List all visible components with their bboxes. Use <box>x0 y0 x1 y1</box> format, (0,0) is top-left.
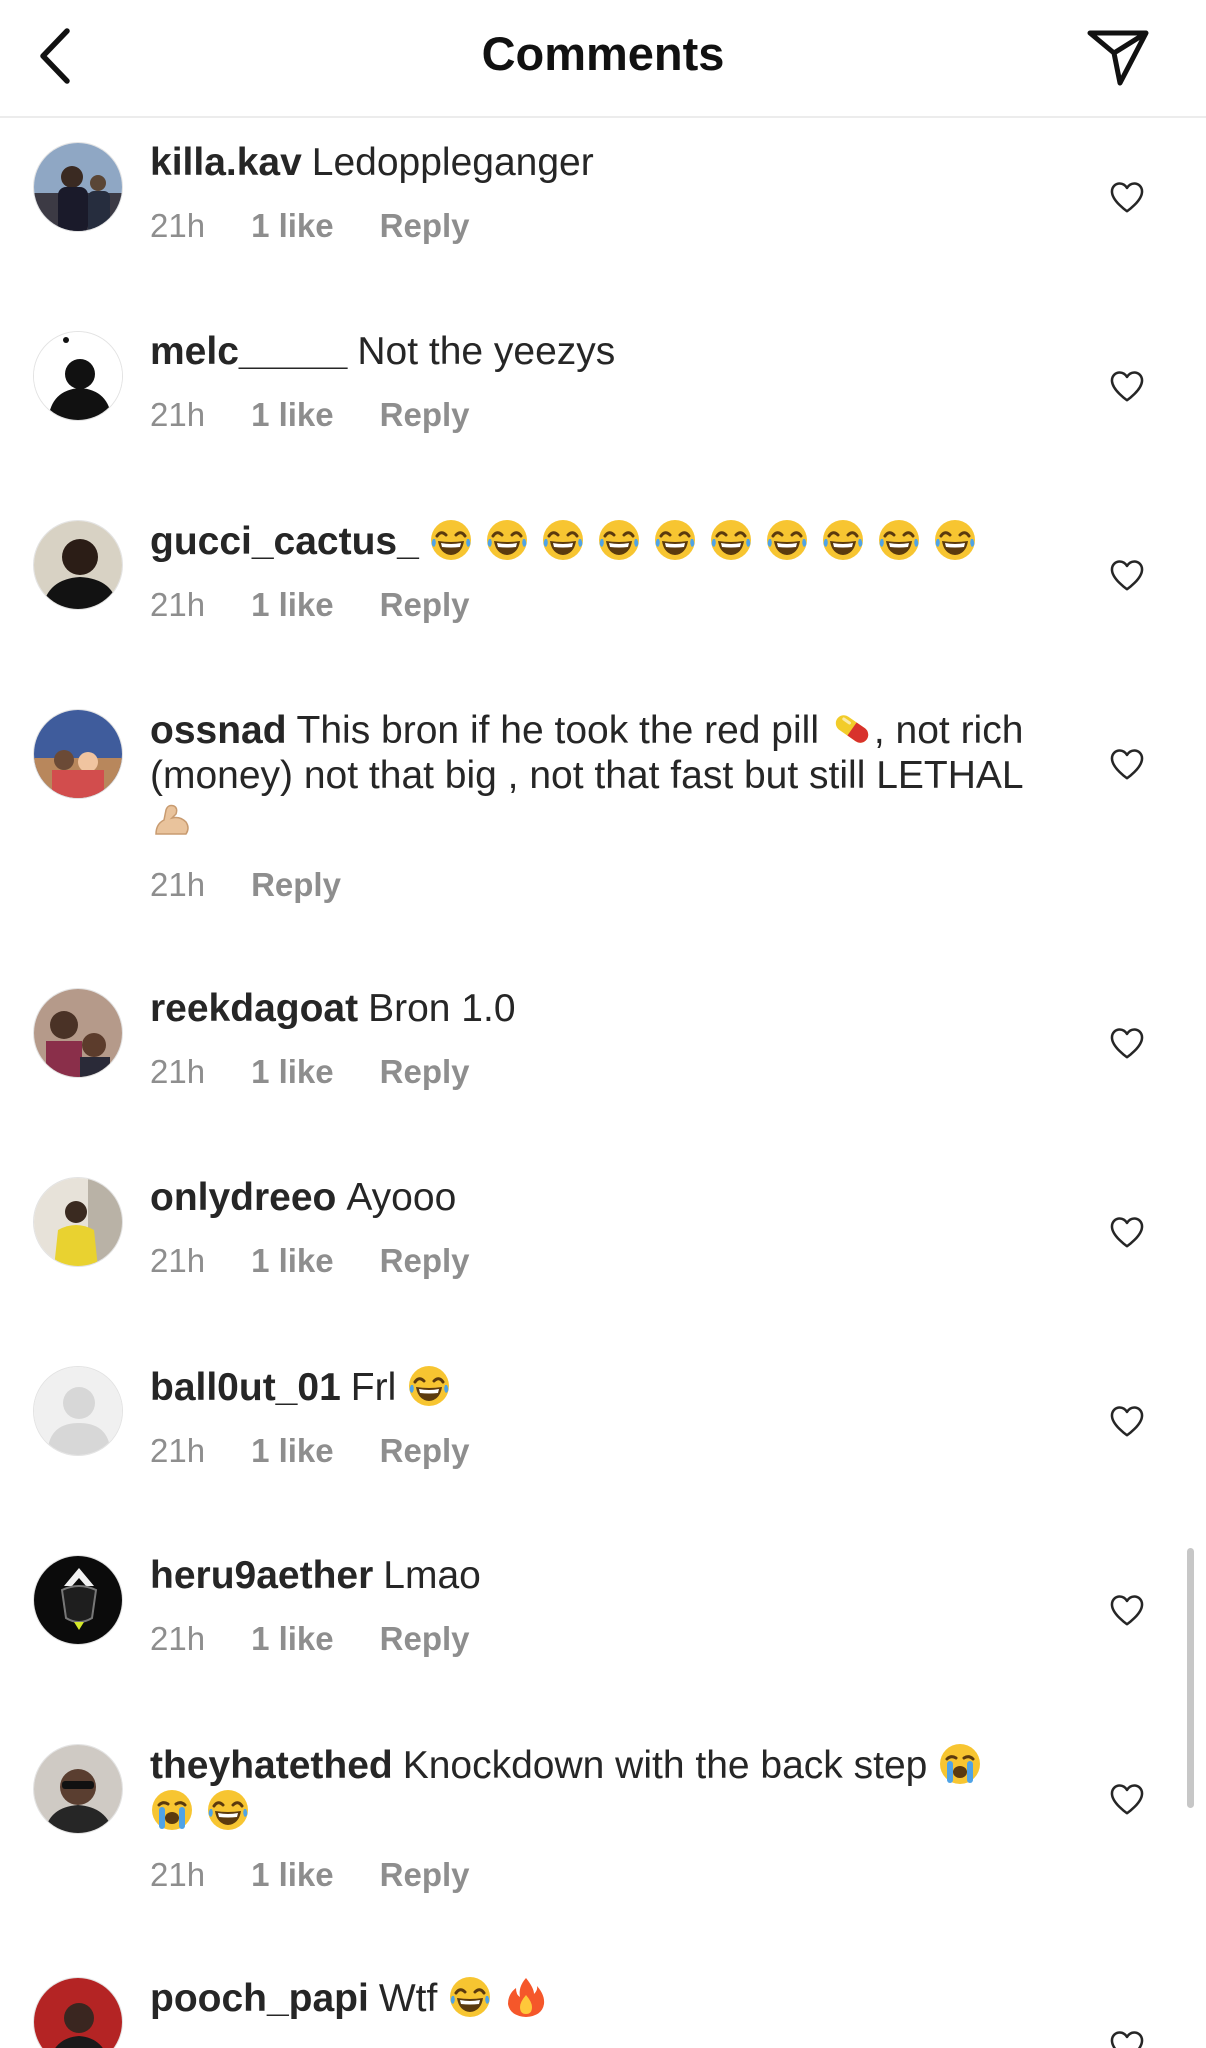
comment-row: theyhatethed Knockdown with the back step… <box>0 1722 1206 1955</box>
avatar[interactable] <box>33 520 123 610</box>
avatar[interactable] <box>33 1555 123 1645</box>
comment-time: 21h <box>150 1242 206 1279</box>
reply-button[interactable]: Reply <box>380 1432 470 1470</box>
laughing-emoji-icon <box>653 518 697 562</box>
comment-text: Ledoppleganger <box>311 141 594 184</box>
comment-row: killa.kav Ledoppleganger 21h 1 like Reply <box>0 120 1206 309</box>
comment-row: heru9aether Lmao 21h 1 like Reply <box>0 1533 1206 1722</box>
comment-username[interactable]: onlydreeo <box>150 1176 336 1219</box>
comment-time: 21h <box>150 1620 206 1657</box>
comment-username[interactable]: theyhatethed <box>150 1744 393 1787</box>
comment-text: Ayooo <box>346 1176 457 1219</box>
avatar[interactable] <box>33 1366 123 1456</box>
likes-count[interactable]: 1 like <box>251 586 334 624</box>
heart-outline-icon[interactable] <box>1108 178 1146 216</box>
avatar[interactable] <box>33 1177 123 1267</box>
comment-row: pooch_papi Wtf <box>0 1955 1206 2048</box>
reply-button[interactable]: Reply <box>380 396 470 434</box>
comment-username[interactable]: reekdagoat <box>150 987 358 1030</box>
likes-count[interactable]: 1 like <box>251 1856 334 1894</box>
likes-count[interactable]: 1 like <box>251 1620 334 1658</box>
comment-text: Frl <box>350 1366 397 1409</box>
comment-time: 21h <box>150 866 206 903</box>
likes-count[interactable]: 1 like <box>251 1053 334 1091</box>
share-button[interactable] <box>1082 22 1154 92</box>
comment-username[interactable]: heru9aether <box>150 1554 373 1597</box>
laughing-emoji-icon <box>597 518 641 562</box>
avatar[interactable] <box>33 1744 123 1834</box>
heart-outline-icon[interactable] <box>1108 1591 1146 1629</box>
comment-time: 21h <box>150 586 206 623</box>
comment-text: Lmao <box>383 1554 481 1597</box>
top-bar: Comments <box>0 0 1206 118</box>
reply-button[interactable]: Reply <box>251 866 341 904</box>
laugh-emoji-row <box>429 520 989 563</box>
comment-time: 21h <box>150 1053 206 1090</box>
comment-row: onlydreeo Ayooo 21h 1 like Reply <box>0 1155 1206 1344</box>
heart-outline-icon[interactable] <box>1108 367 1146 405</box>
heart-outline-icon[interactable] <box>1108 1402 1146 1440</box>
comment-username[interactable]: gucci_cactus_ <box>150 520 419 563</box>
comment-text: Knockdown with the back step <box>402 1744 928 1787</box>
laughing-emoji-icon <box>485 518 529 562</box>
flexed-biceps-emoji-icon <box>150 798 194 842</box>
scrollbar[interactable] <box>1187 1548 1194 1808</box>
likes-count[interactable]: 1 like <box>251 207 334 245</box>
comment-username[interactable]: ossnad <box>150 709 287 752</box>
avatar[interactable] <box>33 709 123 799</box>
comment-row: ball0ut_01 Frl 21h 1 like Reply <box>0 1344 1206 1533</box>
comment-username[interactable]: melc_____ <box>150 330 347 373</box>
comment-row: ossnad This bron if he took the red pill … <box>0 687 1206 966</box>
laughing-emoji-icon <box>448 1975 492 2019</box>
heart-outline-icon[interactable] <box>1108 1024 1146 1062</box>
crying-emoji-icon <box>938 1742 982 1786</box>
heart-outline-icon[interactable] <box>1108 1213 1146 1251</box>
laughing-emoji-icon <box>407 1364 451 1408</box>
laughing-emoji-icon <box>541 518 585 562</box>
heart-outline-icon[interactable] <box>1108 745 1146 783</box>
avatar[interactable] <box>33 988 123 1078</box>
reply-button[interactable]: Reply <box>380 1053 470 1091</box>
comment-time: 21h <box>150 1856 206 1893</box>
crying-emoji-icon <box>150 1788 194 1832</box>
reply-button[interactable]: Reply <box>380 1620 470 1658</box>
comment-row: melc_____ Not the yeezys 21h 1 like Reply <box>0 309 1206 498</box>
comment-text: This bron if he took the red pill <box>296 709 819 752</box>
reply-button[interactable]: Reply <box>380 586 470 624</box>
likes-count[interactable]: 1 like <box>251 1242 334 1280</box>
reply-button[interactable]: Reply <box>380 1856 470 1894</box>
comment-row: reekdagoat Bron 1.0 21h 1 like Reply <box>0 966 1206 1155</box>
avatar[interactable] <box>33 142 123 232</box>
laughing-emoji-icon <box>933 518 977 562</box>
comment-row: gucci_cactus_ 21h 1 like Reply <box>0 498 1206 687</box>
heart-outline-icon[interactable] <box>1108 2027 1146 2048</box>
avatar[interactable] <box>33 1977 123 2048</box>
reply-button[interactable]: Reply <box>380 207 470 245</box>
fire-emoji-icon <box>504 1975 548 2019</box>
laughing-emoji-icon <box>821 518 865 562</box>
comment-username[interactable]: killa.kav <box>150 141 302 184</box>
comment-username[interactable]: pooch_papi <box>150 1977 369 2020</box>
likes-count[interactable]: 1 like <box>251 1432 334 1470</box>
heart-outline-icon[interactable] <box>1108 1780 1146 1818</box>
laughing-emoji-icon <box>877 518 921 562</box>
reply-button[interactable]: Reply <box>380 1242 470 1280</box>
comment-time: 21h <box>150 1432 206 1469</box>
comment-time: 21h <box>150 396 206 433</box>
likes-count[interactable]: 1 like <box>251 396 334 434</box>
comment-username[interactable]: ball0ut_01 <box>150 1366 341 1409</box>
pill-emoji-icon <box>830 707 874 751</box>
heart-outline-icon[interactable] <box>1108 556 1146 594</box>
laughing-emoji-icon <box>206 1788 250 1832</box>
laughing-emoji-icon <box>765 518 809 562</box>
comment-text: Bron 1.0 <box>368 987 516 1030</box>
page-title: Comments <box>481 27 725 80</box>
laughing-emoji-icon <box>429 518 473 562</box>
laughing-emoji-icon <box>709 518 753 562</box>
paper-plane-icon <box>1087 30 1149 86</box>
comment-text: Wtf <box>378 1977 438 2020</box>
comment-time: 21h <box>150 207 206 244</box>
avatar[interactable] <box>33 331 123 421</box>
comment-text: Not the yeezys <box>357 330 616 373</box>
